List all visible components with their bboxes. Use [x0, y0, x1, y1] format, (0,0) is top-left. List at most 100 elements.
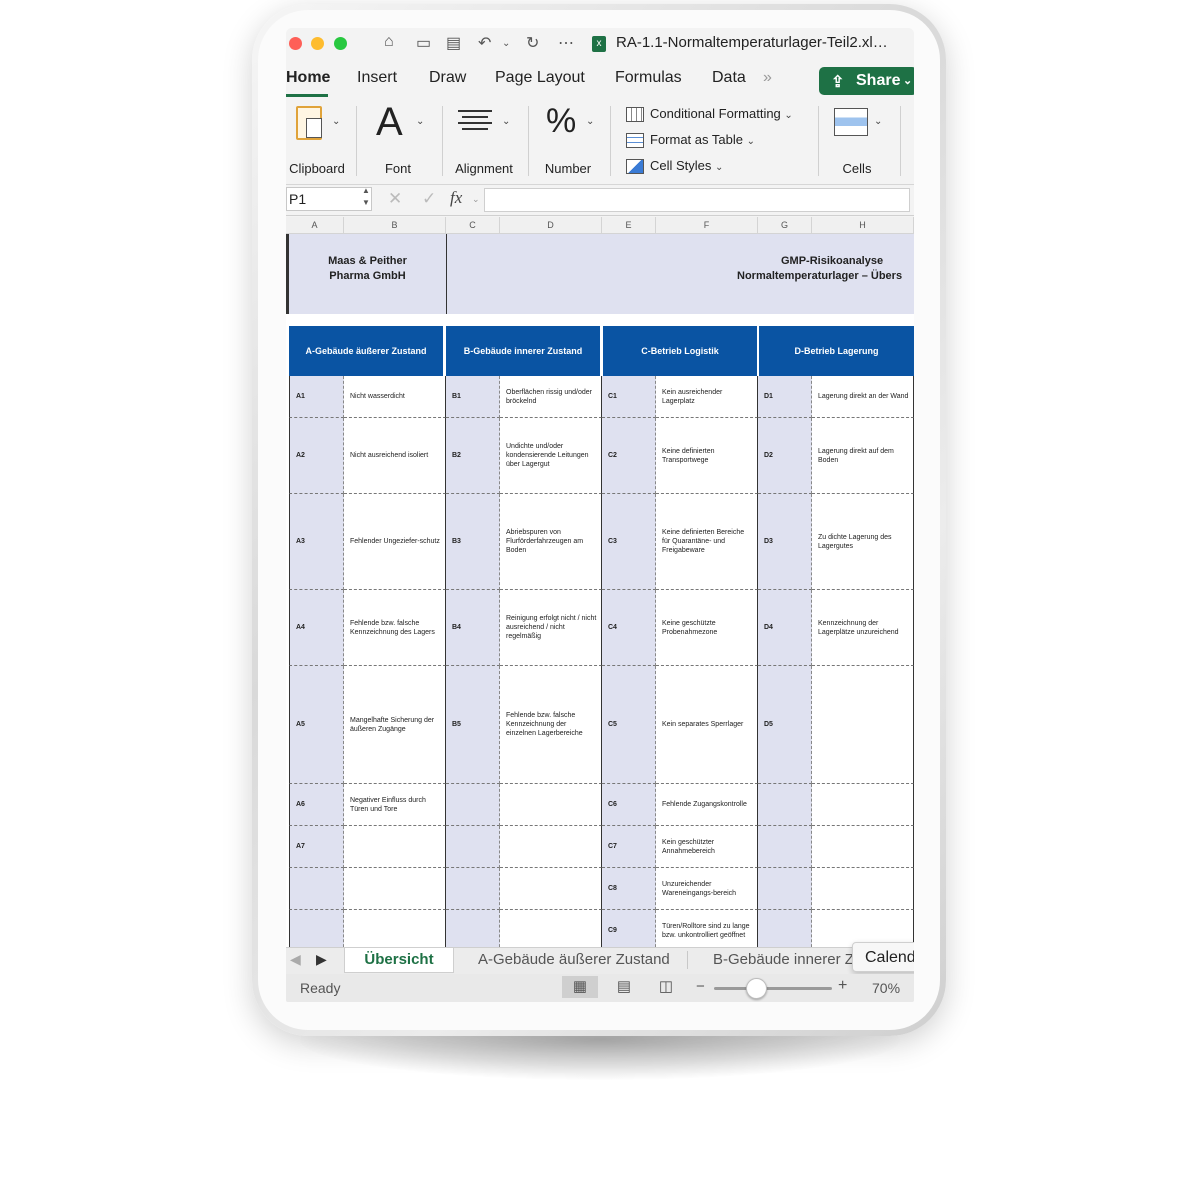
risk-code-cell[interactable]: B3 — [446, 494, 500, 590]
category-header-d[interactable]: D-Betrieb Lagerung — [759, 326, 914, 376]
page-layout-view-icon[interactable]: ▤ — [606, 976, 642, 998]
risk-code-cell[interactable]: D2 — [758, 418, 812, 494]
risk-code-cell[interactable]: B2 — [446, 418, 500, 494]
risk-code-cell[interactable]: D3 — [758, 494, 812, 590]
risk-code-cell[interactable]: A1 — [289, 376, 344, 418]
risk-code-cell[interactable]: C9 — [602, 910, 656, 947]
risk-description-cell[interactable]: Kennzeichnung der Lagerplätze unzureiche… — [812, 590, 914, 666]
risk-code-cell[interactable]: C5 — [602, 666, 656, 784]
undo-dropdown-chevron-icon[interactable]: ⌄ — [502, 38, 510, 49]
risk-description-cell[interactable]: Keine definierten Transportwege — [656, 418, 758, 494]
sheet-tab-b-gebaeude[interactable]: B-Gebäude innerer Z — [713, 948, 853, 972]
risk-description-cell[interactable]: Oberflächen rissig und/oder bröckelnd — [500, 376, 602, 418]
clipboard-group[interactable]: ⌄ Clipboard — [286, 100, 348, 180]
risk-code-cell[interactable]: C1 — [602, 376, 656, 418]
risk-description-cell[interactable]: Nicht wasserdicht — [344, 376, 446, 418]
cancel-icon[interactable]: ✕ — [388, 189, 402, 209]
alignment-group[interactable]: ⌄ Alignment — [448, 100, 520, 180]
risk-code-cell[interactable]: C7 — [602, 826, 656, 868]
function-chevron-icon[interactable]: ⌄ — [472, 194, 480, 205]
risk-code-cell[interactable] — [289, 868, 344, 910]
page-break-view-icon[interactable]: ◫ — [648, 976, 684, 998]
worksheet-grid[interactable]: A B C D E F G H Maas & Peither Pharma Gm… — [286, 217, 914, 947]
name-box[interactable]: P1 — [286, 187, 372, 211]
risk-description-cell[interactable]: Türen/Rolltore sind zu lange bzw. unkont… — [656, 910, 758, 947]
undo-icon[interactable]: ↶ — [478, 33, 491, 53]
column-header-b[interactable]: B — [344, 217, 446, 234]
number-group[interactable]: % ⌄ Number — [536, 100, 600, 180]
risk-description-cell[interactable] — [500, 868, 602, 910]
tab-page-layout[interactable]: Page Layout — [495, 69, 585, 87]
risk-description-cell[interactable]: Nicht ausreichend isoliert — [344, 418, 446, 494]
risk-description-cell[interactable]: Mangelhafte Sicherung der äußeren Zugäng… — [344, 666, 446, 784]
tab-formulas[interactable]: Formulas — [615, 69, 682, 87]
column-header-d[interactable]: D — [500, 217, 602, 234]
column-header-h[interactable]: H — [812, 217, 914, 234]
risk-description-cell[interactable] — [812, 868, 914, 910]
risk-description-cell[interactable]: Unzureichender Wareneingangs-bereich — [656, 868, 758, 910]
calendar-popup[interactable]: Calendar — [852, 942, 914, 972]
normal-view-icon[interactable]: ▦ — [562, 976, 598, 998]
risk-code-cell[interactable]: C6 — [602, 784, 656, 826]
confirm-icon[interactable]: ✓ — [422, 189, 436, 209]
risk-description-cell[interactable]: Undichte und/oder kondensierende Leitung… — [500, 418, 602, 494]
more-tabs-chevron-icon[interactable]: » — [763, 69, 772, 87]
risk-description-cell[interactable] — [500, 826, 602, 868]
risk-description-cell[interactable]: Abriebspuren von Flurförderfahrzeugen am… — [500, 494, 602, 590]
risk-code-cell[interactable]: A2 — [289, 418, 344, 494]
redo-icon[interactable]: ↻ — [526, 33, 539, 53]
risk-code-cell[interactable]: B4 — [446, 590, 500, 666]
risk-description-cell[interactable] — [812, 784, 914, 826]
column-header-e[interactable]: E — [602, 217, 656, 234]
risk-description-cell[interactable]: Keine definierten Bereiche für Quarantän… — [656, 494, 758, 590]
tab-draw[interactable]: Draw — [429, 69, 466, 87]
risk-code-cell[interactable]: A5 — [289, 666, 344, 784]
zoom-level[interactable]: 70% — [872, 980, 900, 996]
name-box-stepper-icon[interactable]: ▲ ▼ — [362, 185, 370, 209]
risk-code-cell[interactable] — [758, 868, 812, 910]
company-cell[interactable]: Maas & Peither Pharma GmbH — [286, 234, 446, 314]
risk-code-cell[interactable] — [446, 868, 500, 910]
risk-description-cell[interactable]: Lagerung direkt an der Wand — [812, 376, 914, 418]
risk-description-cell[interactable] — [344, 868, 446, 910]
formula-input[interactable] — [484, 188, 910, 212]
share-button[interactable]: ⇪ Share ⌄ — [819, 67, 914, 95]
column-header-f[interactable]: F — [656, 217, 758, 234]
risk-description-cell[interactable] — [812, 666, 914, 784]
risk-description-cell[interactable]: Keine geschützte Probenahmezone — [656, 590, 758, 666]
risk-code-cell[interactable] — [446, 910, 500, 947]
cell-styles-button[interactable]: Cell Styles ⌄ — [626, 158, 723, 175]
risk-description-cell[interactable]: Reinigung erfolgt nicht / nicht ausreich… — [500, 590, 602, 666]
risk-description-cell[interactable] — [812, 826, 914, 868]
zoom-out-icon[interactable]: − — [696, 978, 705, 995]
category-header-a[interactable]: A-Gebäude äußerer Zustand — [289, 326, 443, 376]
save-icon[interactable]: ▭ — [416, 33, 431, 53]
risk-description-cell[interactable]: Zu dichte Lagerung des Lagergutes — [812, 494, 914, 590]
title-cell[interactable]: GMP-Risikoanalyse Normaltemperaturlager … — [446, 234, 914, 314]
tab-home[interactable]: Home — [286, 69, 330, 87]
column-header-c[interactable]: C — [446, 217, 500, 234]
risk-code-cell[interactable]: A7 — [289, 826, 344, 868]
risk-code-cell[interactable]: D5 — [758, 666, 812, 784]
next-sheet-icon[interactable]: ▶ — [316, 951, 327, 968]
risk-description-cell[interactable]: Kein ausreichender Lagerplatz — [656, 376, 758, 418]
zoom-slider-handle[interactable] — [746, 978, 767, 999]
tab-data[interactable]: Data — [712, 69, 746, 87]
risk-description-cell[interactable]: Kein geschützter Annahmebereich — [656, 826, 758, 868]
sheet-tab-a-gebaeude[interactable]: A-Gebäude äußerer Zustand — [478, 948, 670, 972]
category-header-c[interactable]: C-Betrieb Logistik — [603, 326, 757, 376]
risk-code-cell[interactable] — [758, 784, 812, 826]
risk-description-cell[interactable] — [500, 910, 602, 947]
risk-description-cell[interactable]: Kein separates Sperrlager — [656, 666, 758, 784]
risk-description-cell[interactable]: Fehlende bzw. falsche Kennzeichnung des … — [344, 590, 446, 666]
risk-description-cell[interactable]: Lagerung direkt auf dem Boden — [812, 418, 914, 494]
risk-code-cell[interactable]: C8 — [602, 868, 656, 910]
risk-code-cell[interactable] — [758, 910, 812, 947]
risk-code-cell[interactable]: B1 — [446, 376, 500, 418]
risk-code-cell[interactable]: A4 — [289, 590, 344, 666]
risk-description-cell[interactable]: Fehlende bzw. falsche Kennzeichnung der … — [500, 666, 602, 784]
risk-code-cell[interactable]: A6 — [289, 784, 344, 826]
insert-function-icon[interactable]: fx — [450, 188, 462, 208]
risk-description-cell[interactable]: Fehlende Zugangskontrolle — [656, 784, 758, 826]
risk-code-cell[interactable] — [446, 826, 500, 868]
